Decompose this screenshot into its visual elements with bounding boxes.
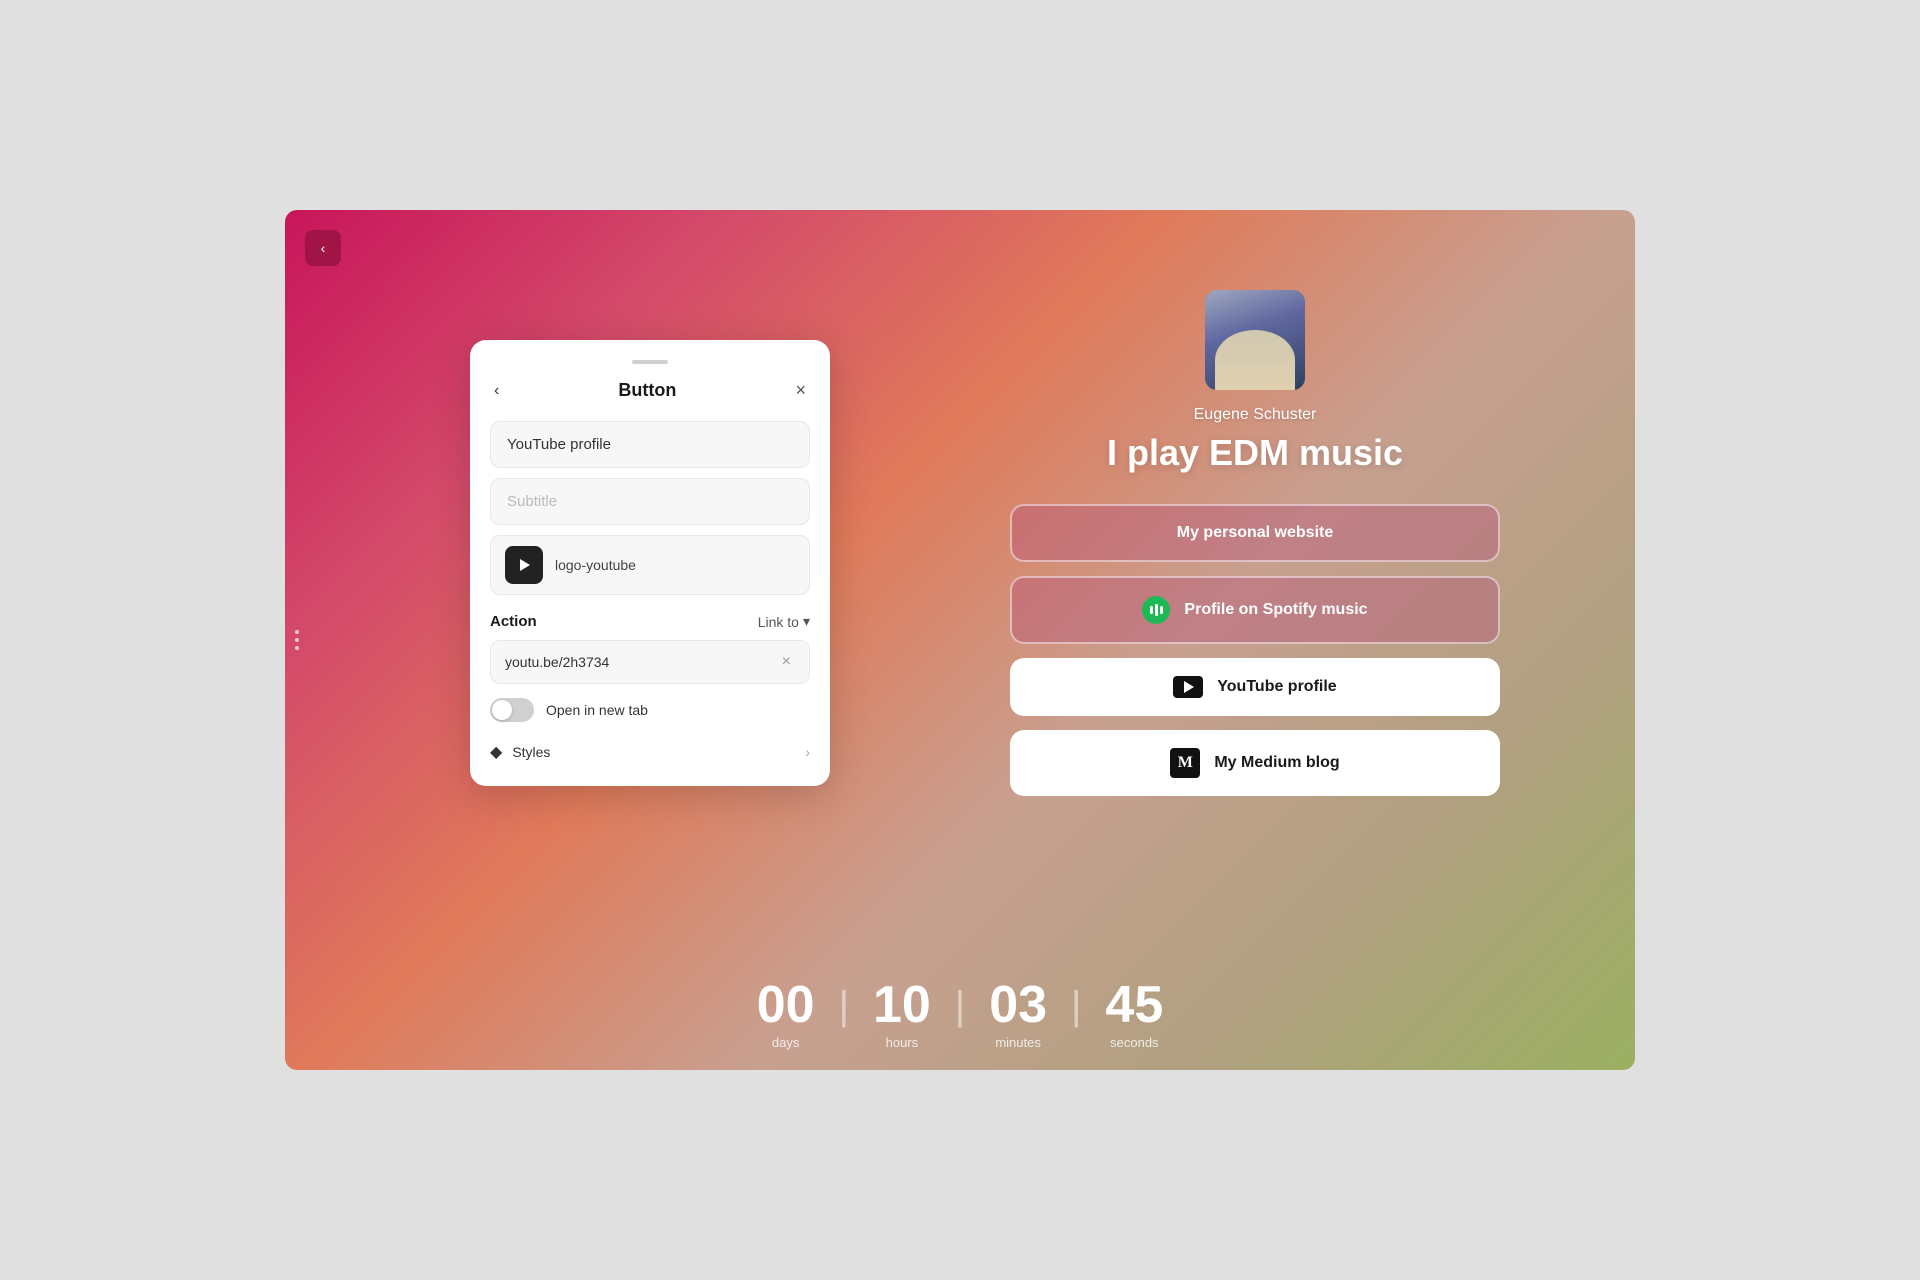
action-row: Action Link to ▾: [490, 613, 810, 630]
styles-chevron-icon: ›: [805, 744, 810, 760]
avatar-image: [1205, 290, 1305, 390]
youtube-play-icon: [1184, 681, 1194, 693]
profile-avatar: [1205, 290, 1305, 390]
youtube-profile-button[interactable]: YouTube profile: [1010, 658, 1500, 716]
new-tab-toggle[interactable]: [490, 698, 534, 722]
action-label: Action: [490, 613, 537, 630]
title-input[interactable]: [490, 421, 810, 468]
countdown-hours: 10 hours: [849, 979, 955, 1050]
countdown-divider-2: |: [955, 984, 965, 1029]
spotify-profile-button[interactable]: Profile on Spotify music: [1010, 576, 1500, 644]
my-personal-website-button[interactable]: My personal website: [1010, 504, 1500, 562]
main-screen: ‹ ‹ Button × logo-youtube Action Link t: [285, 210, 1635, 1070]
countdown-hours-value: 10: [873, 979, 931, 1031]
styles-row[interactable]: ◆ Styles ›: [490, 738, 810, 766]
medium-blog-button[interactable]: M My Medium blog: [1010, 730, 1500, 796]
spotify-profile-label: Profile on Spotify music: [1184, 601, 1367, 619]
countdown-seconds-value: 45: [1105, 979, 1163, 1031]
icon-selector[interactable]: logo-youtube: [490, 535, 810, 595]
spotify-bars: [1150, 604, 1163, 616]
toggle-label: Open in new tab: [546, 702, 648, 718]
modal-close-button[interactable]: ×: [791, 376, 810, 405]
modal-panel: ‹ Button × logo-youtube Action Link to ▾…: [470, 340, 830, 786]
action-link-label: Link to: [758, 614, 799, 630]
toggle-knob: [492, 700, 512, 720]
countdown-hours-label: hours: [886, 1035, 919, 1050]
styles-icon: ◆: [490, 742, 502, 762]
countdown-days: 00 days: [733, 979, 839, 1050]
medium-icon: M: [1170, 748, 1200, 778]
my-personal-website-label: My personal website: [1177, 524, 1334, 542]
countdown-seconds: 45 seconds: [1081, 979, 1187, 1050]
youtube-icon: [1173, 676, 1203, 698]
toggle-row: Open in new tab: [490, 698, 810, 722]
url-input[interactable]: [505, 654, 778, 670]
collapse-icon: ‹: [321, 240, 326, 256]
countdown-days-value: 00: [757, 979, 815, 1031]
countdown-divider-1: |: [839, 984, 849, 1029]
modal-back-button[interactable]: ‹: [490, 378, 503, 404]
spotify-icon: [1142, 596, 1170, 624]
url-input-row: ×: [490, 640, 810, 684]
youtube-profile-label: YouTube profile: [1217, 678, 1336, 696]
action-chevron-icon: ▾: [803, 613, 810, 630]
medium-blog-label: My Medium blog: [1214, 754, 1339, 772]
countdown-minutes-value: 03: [989, 979, 1047, 1031]
action-link-button[interactable]: Link to ▾: [758, 613, 810, 630]
countdown-seconds-label: seconds: [1110, 1035, 1158, 1050]
countdown-minutes-label: minutes: [995, 1035, 1041, 1050]
countdown-divider-3: |: [1071, 984, 1081, 1029]
side-dots: [295, 630, 299, 650]
modal-title: Button: [618, 380, 676, 401]
styles-label: Styles: [512, 744, 550, 760]
drag-handle: [490, 360, 810, 364]
countdown: 00 days | 10 hours | 03 minutes | 45 sec…: [285, 979, 1635, 1070]
content-area: Eugene Schuster I play EDM music My pers…: [875, 210, 1635, 1070]
icon-label: logo-youtube: [555, 557, 636, 573]
countdown-days-label: days: [772, 1035, 799, 1050]
profile-name: Eugene Schuster: [1194, 406, 1317, 424]
profile-title: I play EDM music: [1107, 432, 1403, 474]
play-icon: [520, 559, 530, 571]
youtube-icon-preview: [505, 546, 543, 584]
collapse-button[interactable]: ‹: [305, 230, 341, 266]
url-clear-button[interactable]: ×: [778, 653, 795, 671]
subtitle-input[interactable]: [490, 478, 810, 525]
countdown-minutes: 03 minutes: [965, 979, 1071, 1050]
styles-left: ◆ Styles: [490, 742, 550, 762]
modal-header: ‹ Button ×: [490, 376, 810, 405]
